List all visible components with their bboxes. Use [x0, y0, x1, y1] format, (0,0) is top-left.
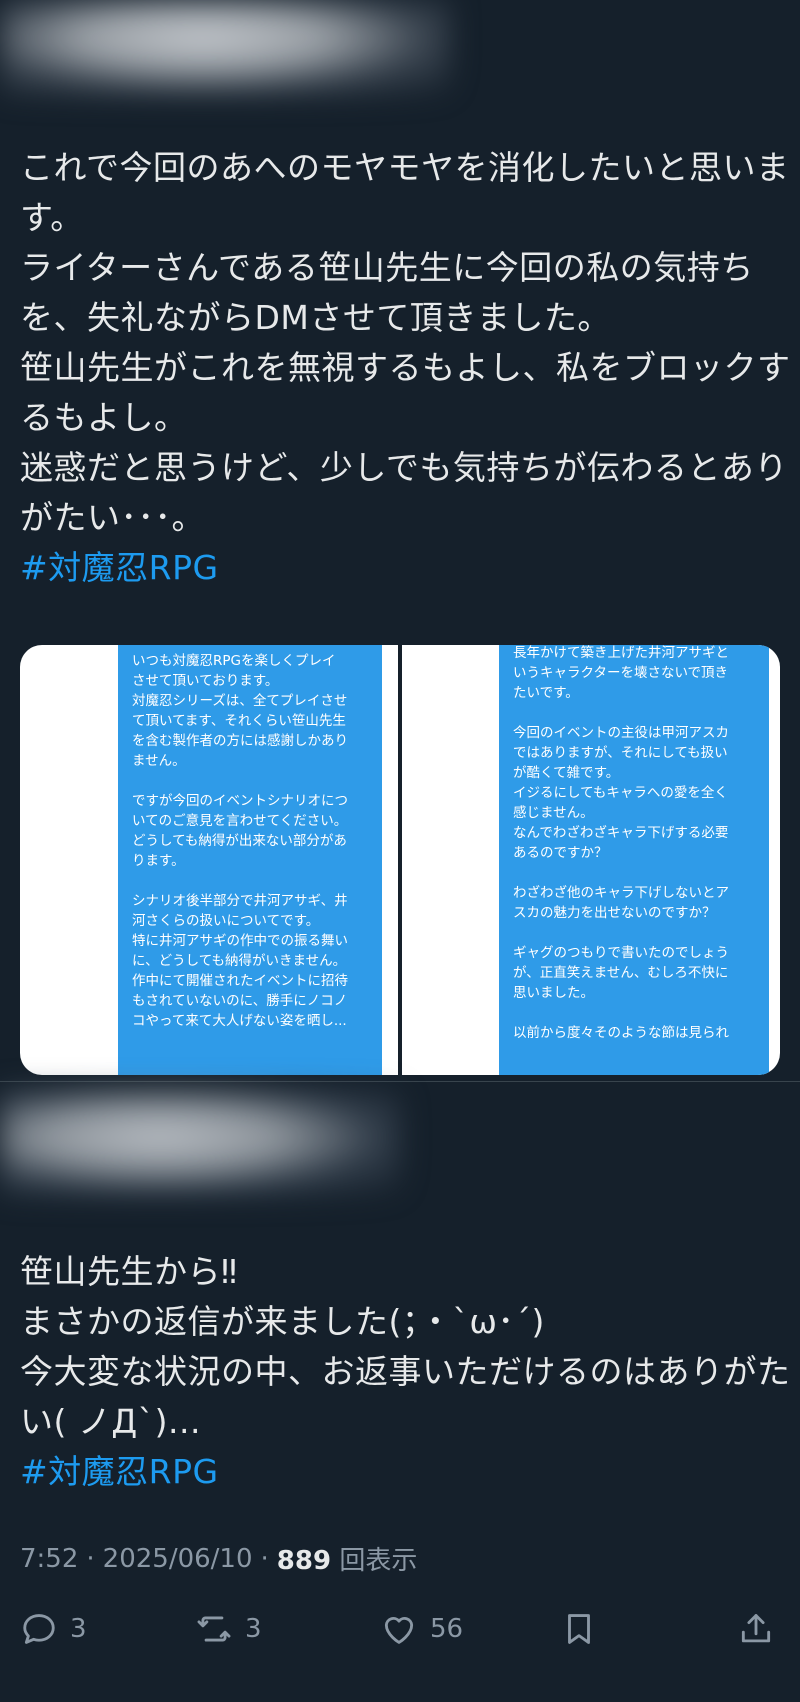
- reply-text-line: まさかの返信が来ました(；・`ω･´): [20, 1302, 545, 1341]
- reply-text: 笹山先生から‼ まさかの返信が来ました(；・`ω･´) 今大変な状況の中、お返事…: [20, 1247, 791, 1497]
- dm-text-line: が、正直笑えません、むしろ不快に: [513, 965, 729, 981]
- dm-text-line: いうキャラクターを壊さないで頂き: [513, 665, 729, 681]
- heart-icon: [384, 1617, 414, 1644]
- views-label: 回表示: [339, 1546, 418, 1576]
- dm-text-line: ギャグのつもりで書いたのでしょう: [513, 945, 729, 961]
- post-text-line: 迷惑だと思うけど、少しでも気持ちが伝わるとあり: [20, 448, 788, 487]
- dm-text-line: イジるにしてもキャラへの愛を全く: [513, 785, 728, 801]
- repost-count: 3: [245, 1614, 262, 1644]
- post-text: これで今回のあへのモヤモヤを消化したいと思いま す。 ライターさんである笹山先生…: [20, 143, 791, 593]
- dm-text-line: どうしても納得が出来ない部分があ: [132, 833, 347, 849]
- dm-text-line: [132, 871, 368, 891]
- dm-text-line: に、どうしても納得がいきません。: [132, 953, 347, 969]
- bookmark-icon: [568, 1614, 590, 1644]
- dm-text-line: 以前から度々そのような節は見られ: [513, 1025, 729, 1041]
- bookmark-button[interactable]: [560, 1610, 598, 1648]
- dm-text-line: [513, 703, 755, 723]
- views-count: 889: [276, 1546, 332, 1576]
- repost-icon: [197, 1616, 231, 1642]
- post-meta: 7:52 · 2025/06/10 · 889 回表示: [20, 1540, 417, 1577]
- dm-text-line: スカの魅力を出せないのですか？: [513, 905, 716, 921]
- thread-divider: [0, 1081, 800, 1082]
- dm-text-line: わざわざ他のキャラ下げしないとア: [513, 885, 729, 901]
- dm-text-line: 今回のイベントの主役は甲河アスカ: [513, 725, 729, 741]
- media-image-2[interactable]: 長年かけて築き上げた井河アサギと いうキャラクターを壊さないで頂き たいです。今回の…: [402, 645, 780, 1075]
- share-button[interactable]: [737, 1610, 775, 1648]
- repost-button[interactable]: 3: [195, 1610, 262, 1648]
- post-text-line: を、失礼ながらDMさせて頂きました。: [20, 298, 611, 337]
- meta-separator: ·: [86, 1543, 95, 1574]
- dm-screenshot-bubble: いつも対魔忍RPGを楽しくプレイ させて頂いております。対魔忍シリーズは、全てプレ…: [118, 645, 382, 1075]
- dm-text-line: コやって来て大人げない姿を晒し...: [132, 1013, 347, 1029]
- blurred-reply-author-header: [0, 1090, 400, 1195]
- share-icon: [741, 1614, 771, 1643]
- dm-text-line: いつも対魔忍RPGを楽しくプレイ: [132, 653, 336, 669]
- dm-text-line: 思いました。: [513, 985, 594, 1001]
- dm-text-line: いてのご意見を言わせてください。: [132, 813, 348, 829]
- post-text-line: これで今回のあへのモヤモヤを消化したいと思いま: [20, 148, 790, 187]
- dm-text-line: なんでわざわざキャラ下げする必要: [513, 825, 729, 841]
- dm-text-line: もされていないのに、勝手にノコノ: [132, 993, 348, 1009]
- reply-text-line: 笹山先生から‼: [20, 1252, 238, 1291]
- dm-text-line: たいです。: [513, 685, 579, 701]
- action-bar: 3 3 56: [20, 1610, 780, 1660]
- dm-text-line: ります。: [132, 853, 185, 869]
- dm-text-line: あるのですか？: [513, 845, 608, 861]
- reply-button[interactable]: 3: [20, 1610, 87, 1648]
- dm-text-line: 対魔忍シリーズは、全てプレイさせ: [132, 693, 348, 709]
- post-time[interactable]: 7:52: [20, 1544, 78, 1574]
- dm-text-line: 長年かけて築き上げた井河アサギと: [513, 645, 729, 661]
- media-grid: いつも対魔忍RPGを楽しくプレイ させて頂いております。対魔忍シリーズは、全てプレ…: [20, 645, 780, 1075]
- dm-text-line: て頂いてます、それくらい笹山先生: [132, 713, 346, 729]
- post-text-line: がたい･･･。: [20, 498, 205, 537]
- dm-text-line: が酷くて雑です。: [513, 765, 620, 781]
- dm-text-line: ません。: [132, 753, 186, 769]
- blurred-author-header: [0, 0, 450, 95]
- reply-icon: [23, 1614, 55, 1644]
- meta-separator: ·: [260, 1543, 269, 1574]
- dm-text-line: ですが今回のイベントシナリオにつ: [132, 793, 348, 809]
- dm-text-line: [513, 923, 755, 943]
- post-text-line: るもよし。: [20, 398, 188, 437]
- hashtag-link[interactable]: #対魔忍RPG: [20, 1447, 780, 1497]
- post-text-line: ライターさんである笹山先生に今回の私の気持ち: [20, 248, 754, 287]
- dm-text-line: を含む製作者の方には感謝しかあり: [132, 733, 348, 749]
- dm-text-line: 作中にて開催されたイベントに招待: [132, 973, 348, 989]
- reply-text-line: 今大変な状況の中、お返事いただけるのはありがた: [20, 1352, 791, 1391]
- dm-text-line: [513, 1003, 755, 1023]
- post-text-line: す。: [20, 198, 84, 237]
- reply-text-line: い( ノДˋ)...: [20, 1402, 201, 1441]
- dm-text-line: シナリオ後半部分で井河アサギ、井: [132, 893, 348, 909]
- dm-text-line: [132, 771, 368, 791]
- dm-text-line: 河さくらの扱いについてです。: [132, 913, 320, 929]
- post-text-line: 笹山先生がこれを無視するもよし、私をブロックす: [20, 348, 791, 387]
- media-image-1[interactable]: いつも対魔忍RPGを楽しくプレイ させて頂いております。対魔忍シリーズは、全てプレ…: [20, 645, 398, 1075]
- hashtag-link[interactable]: #対魔忍RPG: [20, 543, 780, 593]
- dm-text-line: ではありますが、それにしても扱い: [513, 745, 728, 761]
- like-button[interactable]: 56: [380, 1610, 463, 1648]
- post-date[interactable]: 2025/06/10: [103, 1544, 253, 1574]
- dm-text-line: [513, 863, 755, 883]
- dm-text-line: させて頂いております。: [132, 673, 279, 689]
- reply-count: 3: [70, 1614, 87, 1644]
- like-count: 56: [430, 1614, 464, 1644]
- dm-screenshot-bubble: 長年かけて築き上げた井河アサギと いうキャラクターを壊さないで頂き たいです。今回の…: [499, 645, 769, 1075]
- dm-text-line: 特に井河アサギの作中での振る舞い: [132, 933, 348, 949]
- dm-text-line: 感じません。: [513, 805, 594, 821]
